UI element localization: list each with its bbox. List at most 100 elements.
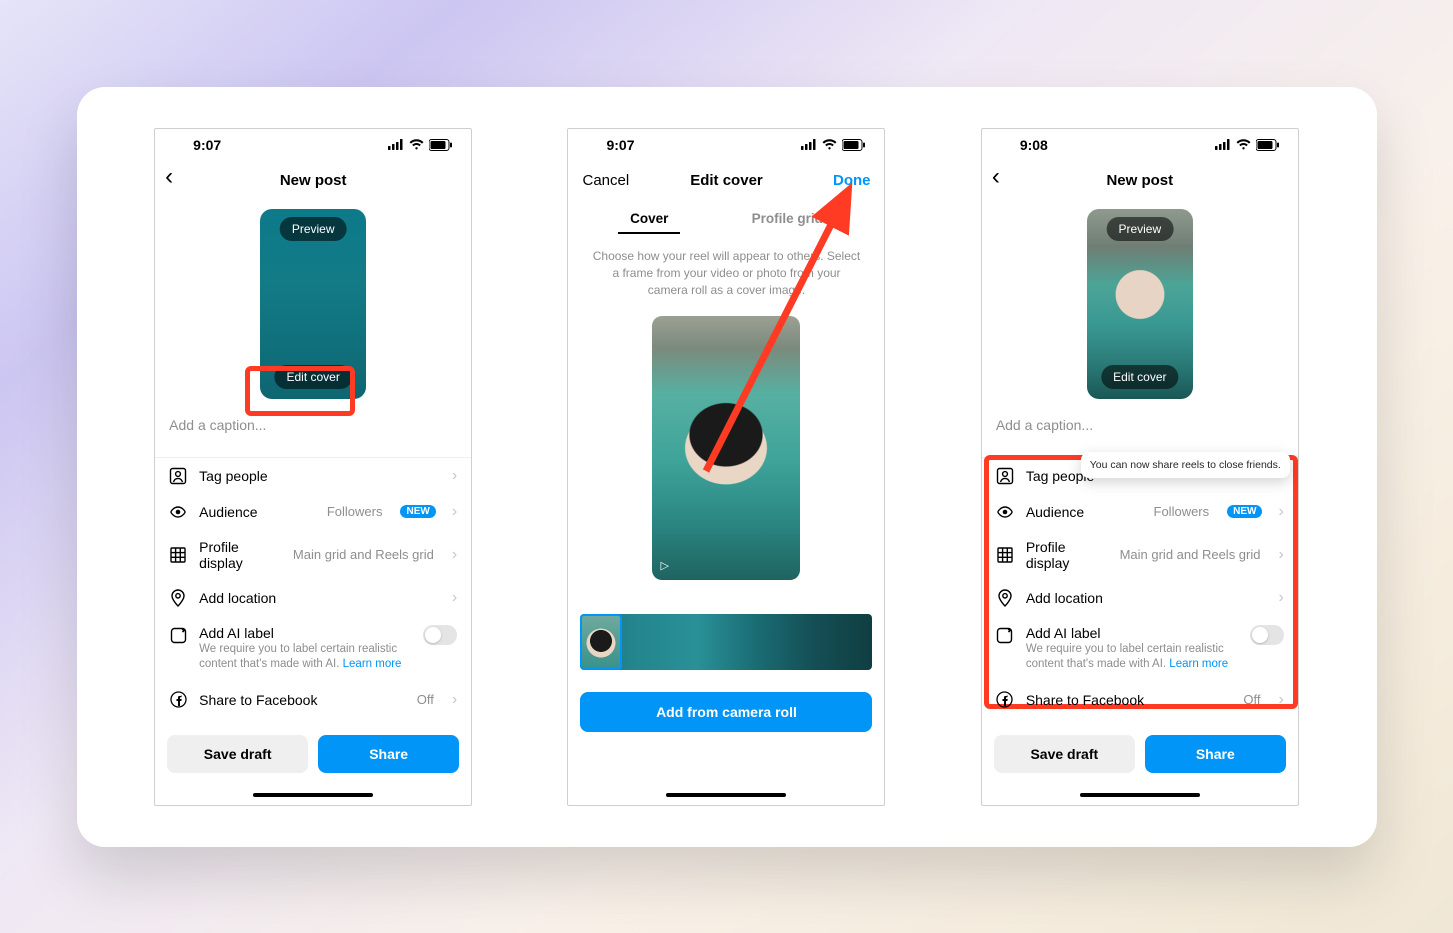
signal-icon: [801, 139, 817, 150]
reel-thumbnail[interactable]: Preview Edit cover: [1087, 209, 1193, 399]
back-icon[interactable]: ‹: [992, 165, 1000, 189]
chevron-right-icon: ›: [452, 589, 457, 607]
ai-label-subtitle: We require you to label certain realisti…: [1026, 642, 1238, 673]
battery-icon: [429, 139, 453, 151]
reel-play-icon: ▷: [660, 559, 668, 572]
status-time: 9:07: [193, 137, 221, 153]
edit-cover-button[interactable]: Edit cover: [1101, 365, 1178, 389]
share-facebook-label: Share to Facebook: [1026, 692, 1232, 708]
profile-display-row[interactable]: Profile display Main grid and Reels grid…: [155, 530, 471, 580]
audience-value: Followers: [327, 504, 383, 519]
chevron-right-icon: ›: [452, 503, 457, 521]
share-facebook-value: Off: [417, 692, 434, 707]
location-icon: [996, 589, 1014, 607]
chevron-right-icon: ›: [1278, 589, 1283, 607]
selected-frame-handle[interactable]: [580, 614, 622, 670]
grid-icon: [169, 546, 187, 564]
save-draft-button[interactable]: Save draft: [167, 735, 308, 773]
share-facebook-row[interactable]: Share to Facebook Off ›: [155, 682, 471, 718]
status-bar: 9:08: [982, 129, 1298, 161]
add-ai-label-row[interactable]: Add AI label We require you to label cer…: [155, 616, 471, 682]
signal-icon: [388, 139, 404, 150]
status-bar: 9:07: [568, 129, 884, 161]
share-button[interactable]: Share: [1145, 735, 1286, 773]
audience-value: Followers: [1154, 504, 1210, 519]
share-facebook-label: Share to Facebook: [199, 692, 405, 708]
audience-row[interactable]: Audience Followers NEW ›: [155, 494, 471, 530]
ai-label-title: Add AI label: [199, 625, 411, 641]
learn-more-link[interactable]: Learn more: [1169, 658, 1228, 670]
nav-title: New post: [280, 172, 347, 189]
option-list: Tag people › Audience Followers NEW › Pr…: [155, 457, 471, 718]
tag-people-icon: [996, 467, 1014, 485]
add-from-camera-roll-button[interactable]: Add from camera roll: [580, 692, 872, 732]
back-icon[interactable]: ‹: [165, 165, 173, 189]
home-indicator: [568, 785, 884, 805]
wifi-icon: [822, 139, 837, 150]
add-location-label: Add location: [1026, 590, 1263, 606]
nav-bar: ‹ New post: [982, 161, 1298, 201]
wifi-icon: [1236, 139, 1251, 150]
status-icons: [801, 139, 866, 151]
location-icon: [169, 589, 187, 607]
phone-screen-1: 9:07 ‹ New post Preview Edit cover Add a…: [154, 128, 472, 806]
profile-display-value: Main grid and Reels grid: [1120, 547, 1261, 562]
phone-screen-3: 9:08 ‹ New post Preview Edit cover Add a…: [981, 128, 1299, 806]
tag-people-row[interactable]: Tag people ›: [155, 458, 471, 494]
nav-bar: Cancel Edit cover Done: [568, 161, 884, 201]
option-list: Tag people You can now share reels to cl…: [982, 457, 1298, 718]
ai-label-toggle[interactable]: [423, 625, 457, 645]
status-time: 9:08: [1020, 137, 1048, 153]
add-ai-label-row[interactable]: Add AI label We require you to label cer…: [982, 616, 1298, 682]
preview-button[interactable]: Preview: [280, 217, 347, 241]
tab-profile-grid[interactable]: Profile grid: [748, 203, 827, 234]
ai-label-icon: [996, 627, 1014, 645]
share-button[interactable]: Share: [318, 735, 459, 773]
share-facebook-row[interactable]: Share to Facebook Off ›: [982, 682, 1298, 718]
facebook-icon: [996, 691, 1014, 709]
profile-display-row[interactable]: Profile display Main grid and Reels grid…: [982, 530, 1298, 580]
tag-people-row[interactable]: Tag people You can now share reels to cl…: [982, 458, 1298, 494]
action-button-row: Save draft Share: [155, 723, 471, 785]
audience-icon: [169, 503, 187, 521]
nav-title: New post: [1106, 172, 1173, 189]
close-friends-tooltip: You can now share reels to close friends…: [1081, 452, 1290, 478]
ai-label-subtitle: We require you to label certain realisti…: [199, 642, 411, 673]
tab-cover[interactable]: Cover: [626, 203, 672, 234]
nav-bar: ‹ New post: [155, 161, 471, 201]
frame-scrubber[interactable]: [580, 614, 872, 670]
ai-label-title: Add AI label: [1026, 625, 1238, 641]
audience-label: Audience: [1026, 504, 1142, 520]
canvas-card: 9:07 ‹ New post Preview Edit cover Add a…: [77, 87, 1377, 847]
ai-label-toggle[interactable]: [1250, 625, 1284, 645]
chevron-right-icon: ›: [452, 691, 457, 709]
audience-label: Audience: [199, 504, 315, 520]
new-badge: NEW: [1227, 505, 1262, 518]
new-badge: NEW: [400, 505, 435, 518]
add-location-row[interactable]: Add location ›: [155, 580, 471, 616]
audience-icon: [996, 503, 1014, 521]
cancel-button[interactable]: Cancel: [582, 172, 629, 189]
wifi-icon: [409, 139, 424, 150]
status-bar: 9:07: [155, 129, 471, 161]
ai-label-icon: [169, 627, 187, 645]
helper-text: Choose how your reel will appear to othe…: [568, 234, 884, 310]
audience-row[interactable]: Audience Followers NEW ›: [982, 494, 1298, 530]
caption-input[interactable]: Add a caption...: [982, 399, 1298, 457]
profile-display-label: Profile display: [199, 539, 281, 571]
signal-icon: [1215, 139, 1231, 150]
phone-screen-2: 9:07 Cancel Edit cover Done Cover Profil…: [567, 128, 885, 806]
profile-display-value: Main grid and Reels grid: [293, 547, 434, 562]
done-button[interactable]: Done: [833, 172, 871, 189]
tag-people-icon: [169, 467, 187, 485]
battery-icon: [1256, 139, 1280, 151]
status-time: 9:07: [606, 137, 634, 153]
learn-more-link[interactable]: Learn more: [343, 658, 402, 670]
chevron-right-icon: ›: [1278, 691, 1283, 709]
save-draft-button[interactable]: Save draft: [994, 735, 1135, 773]
add-location-row[interactable]: Add location ›: [982, 580, 1298, 616]
battery-icon: [842, 139, 866, 151]
chevron-right-icon: ›: [1278, 546, 1283, 564]
preview-button[interactable]: Preview: [1106, 217, 1173, 241]
nav-title: Edit cover: [690, 172, 763, 189]
